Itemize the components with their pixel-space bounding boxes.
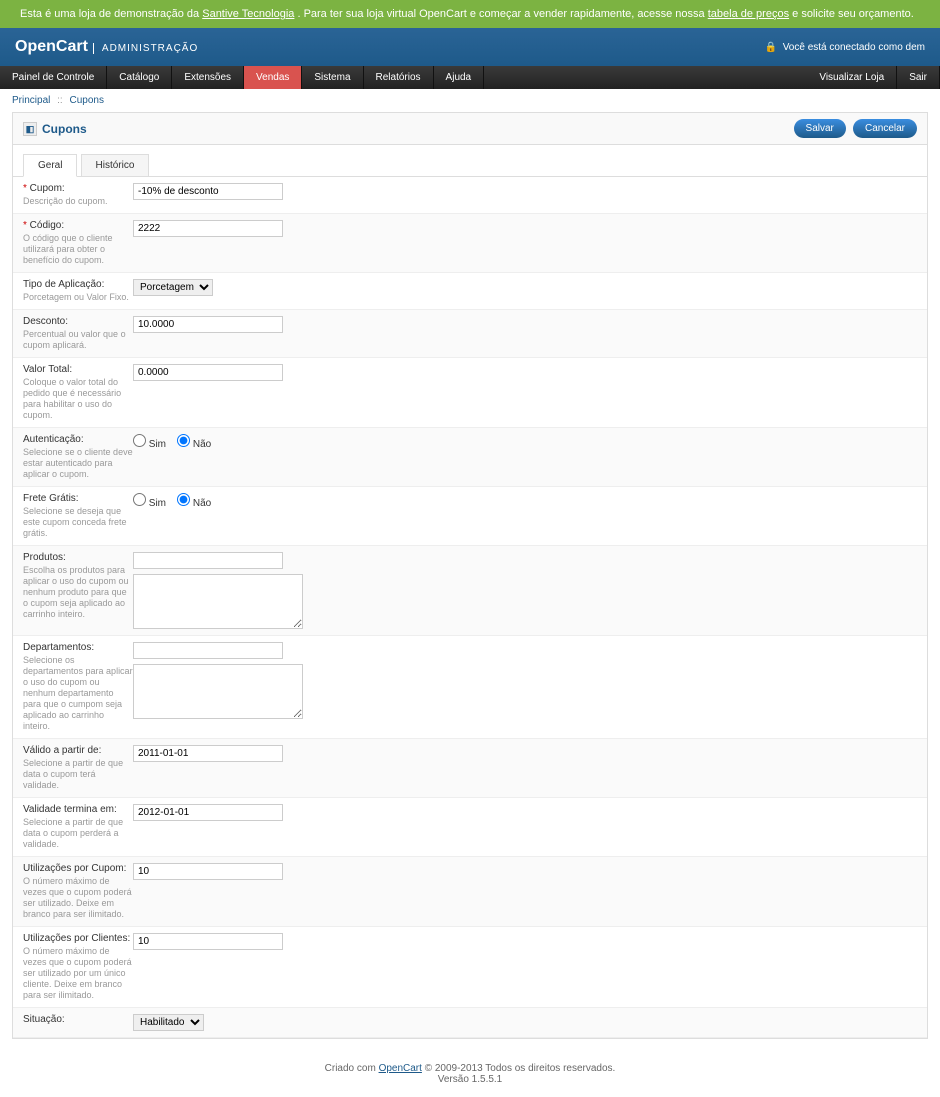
menu-vendas[interactable]: Vendas: [244, 66, 302, 89]
departamentos-scrollbox[interactable]: [133, 664, 303, 719]
title-icon: ◧: [23, 122, 37, 136]
menu-sair[interactable]: Sair: [897, 66, 940, 89]
label-produtos: Produtos:: [23, 552, 66, 563]
label-frete: Frete Grátis:: [23, 493, 79, 504]
footer-opencart-link[interactable]: OpenCart: [379, 1063, 422, 1074]
label-autenticacao: Autenticação:: [23, 434, 84, 445]
cupom-input[interactable]: [133, 183, 283, 200]
desconto-input[interactable]: [133, 316, 283, 333]
tipo-select[interactable]: Porcetagem: [133, 279, 213, 296]
menu-visualizar-loja[interactable]: Visualizar Loja: [807, 66, 897, 89]
menu-ajuda[interactable]: Ajuda: [434, 66, 485, 89]
label-situacao: Situação:: [23, 1014, 65, 1025]
menu-relatorios[interactable]: Relatórios: [364, 66, 434, 89]
tab-historico[interactable]: Histórico: [81, 154, 150, 176]
tabs: Geral Histórico: [13, 145, 927, 177]
menu-sistema[interactable]: Sistema: [302, 66, 363, 89]
label-cupom: Cupom:: [30, 183, 65, 194]
cancel-button[interactable]: Cancelar: [853, 119, 917, 138]
util-cliente-input[interactable]: [133, 933, 283, 950]
menu-extensoes[interactable]: Extensões: [172, 66, 244, 89]
tab-geral[interactable]: Geral: [23, 154, 77, 177]
produtos-input[interactable]: [133, 552, 283, 569]
situacao-select[interactable]: Habilitado: [133, 1014, 204, 1031]
demo-banner: Esta é uma loja de demonstração da Santi…: [0, 0, 940, 28]
produtos-scrollbox[interactable]: [133, 574, 303, 629]
auth-nao-radio[interactable]: [177, 434, 190, 447]
footer: Criado com OpenCart © 2009-2013 Todos os…: [0, 1051, 940, 1097]
valido-ate-input[interactable]: [133, 804, 283, 821]
auth-sim-radio[interactable]: [133, 434, 146, 447]
header: OpenCartADMINISTRAÇÃO 🔒 Você está conect…: [0, 28, 940, 66]
departamentos-input[interactable]: [133, 642, 283, 659]
main-menu: Painel de Controle Catálogo Extensões Ve…: [0, 66, 940, 89]
codigo-input[interactable]: [133, 220, 283, 237]
breadcrumb: Principal :: Cupons: [0, 89, 940, 112]
frete-sim-radio[interactable]: [133, 493, 146, 506]
label-util-cupom: Utilizações por Cupom:: [23, 863, 126, 874]
banner-link-santive[interactable]: Santive Tecnologia: [202, 8, 294, 20]
label-valor-total: Valor Total:: [23, 364, 72, 375]
banner-link-precos[interactable]: tabela de preços: [708, 8, 789, 20]
label-codigo: Código:: [30, 220, 64, 231]
label-desconto: Desconto:: [23, 316, 68, 327]
breadcrumb-cupons[interactable]: Cupons: [69, 95, 103, 106]
lock-icon: 🔒: [764, 42, 776, 53]
save-button[interactable]: Salvar: [794, 119, 846, 138]
login-status: 🔒 Você está conectado como dem: [764, 42, 925, 53]
brand: OpenCartADMINISTRAÇÃO: [15, 38, 198, 56]
valor-total-input[interactable]: [133, 364, 283, 381]
util-cupom-input[interactable]: [133, 863, 283, 880]
valido-de-input[interactable]: [133, 745, 283, 762]
menu-painel[interactable]: Painel de Controle: [0, 66, 107, 89]
label-departamentos: Departamentos:: [23, 642, 94, 653]
frete-nao-radio[interactable]: [177, 493, 190, 506]
label-util-cliente: Utilizações por Clientes:: [23, 933, 130, 944]
menu-catalogo[interactable]: Catálogo: [107, 66, 172, 89]
page-title: ◧ Cupons: [23, 122, 87, 136]
label-tipo: Tipo de Aplicação:: [23, 279, 104, 290]
label-valido-de: Válido a partir de:: [23, 745, 101, 756]
breadcrumb-principal[interactable]: Principal: [12, 95, 50, 106]
